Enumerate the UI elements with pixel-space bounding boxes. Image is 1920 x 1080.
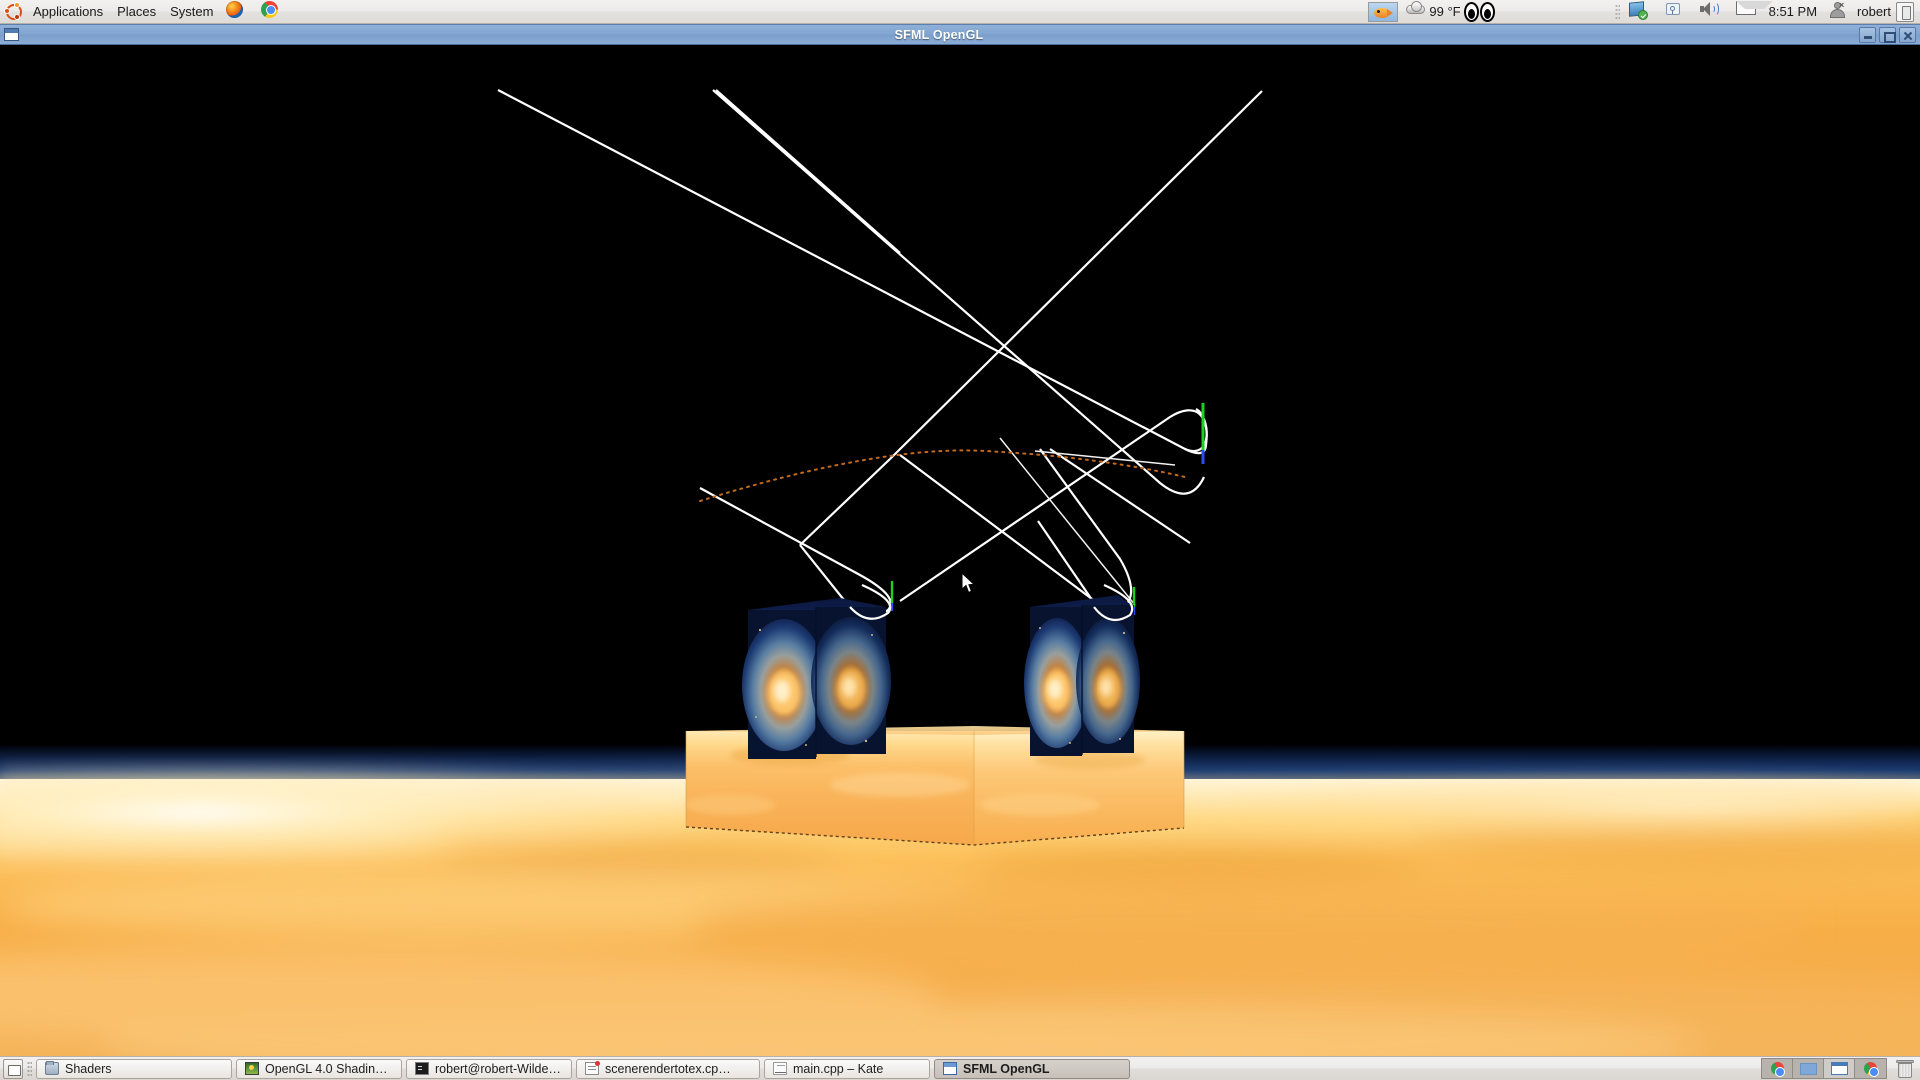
task-label: OpenGL 4.0 Shading L… [265, 1061, 393, 1076]
shutdown-icon[interactable] [1896, 1, 1914, 22]
task-label: SFML OpenGL [963, 1061, 1050, 1076]
workspace-switcher [1761, 1058, 1887, 1079]
firefox-icon[interactable] [226, 0, 248, 23]
task-main-cpp[interactable]: main.cpp – Kate [764, 1058, 930, 1079]
task-scenerendertotex[interactable]: scenerendertotex.cp… [576, 1058, 760, 1079]
task-terminal[interactable]: robert@robert-Wilde… [406, 1058, 572, 1079]
chrome-icon [1770, 1062, 1785, 1077]
window-controls [1859, 26, 1916, 43]
window-icon[interactable] [4, 28, 19, 41]
window-titlebar[interactable]: SFML OpenGL [0, 24, 1920, 45]
taskbar-separator [27, 1060, 32, 1077]
updates-available-icon[interactable] [1628, 0, 1651, 23]
ubuntu-logo-icon[interactable] [4, 1, 23, 21]
places-menu[interactable]: Places [110, 1, 163, 23]
window-title: SFML OpenGL [894, 27, 984, 42]
text-editor-icon [773, 1062, 787, 1075]
workspace-4[interactable] [1855, 1059, 1886, 1078]
bottom-taskbar: Shaders OpenGL 4.0 Shading L… robert@rob… [0, 1056, 1920, 1080]
chrome-icon [1864, 1062, 1879, 1077]
opengl-render [0, 45, 1920, 1056]
folder-icon [45, 1060, 59, 1075]
envelope-icon[interactable] [1735, 0, 1773, 23]
task-shaders[interactable]: Shaders [36, 1058, 232, 1079]
keyring-icon[interactable] [1664, 1, 1686, 23]
speaker-icon[interactable] [1699, 1, 1721, 23]
user-status-icon[interactable]: × [1829, 0, 1851, 23]
blue-window-thumb [1799, 1062, 1817, 1075]
workspace-1[interactable] [1762, 1059, 1793, 1078]
fish-icon[interactable] [1368, 1, 1399, 22]
show-desktop-icon[interactable] [3, 1058, 23, 1079]
terminal-icon [415, 1062, 429, 1075]
maximize-button[interactable] [1879, 26, 1896, 43]
window-task-list: Shaders OpenGL 4.0 Shading L… robert@rob… [36, 1058, 1761, 1079]
task-label: main.cpp – Kate [793, 1061, 884, 1076]
panel-separator [1614, 3, 1620, 20]
window-icon [943, 1062, 957, 1075]
temperature-label: 99 °F [1429, 4, 1461, 19]
opengl-viewport[interactable] [0, 45, 1920, 1056]
close-button[interactable] [1899, 26, 1916, 43]
task-label: robert@robert-Wilde… [435, 1061, 561, 1076]
active-window-thumb [1830, 1062, 1848, 1075]
image-viewer-icon [245, 1062, 259, 1075]
clock[interactable]: 8:51 PM [1769, 4, 1817, 19]
trash-icon[interactable] [1895, 1059, 1915, 1079]
chrome-icon[interactable] [261, 0, 283, 23]
top-panel: Applications Places System 99 °F 8:51 PM… [0, 0, 1920, 24]
task-label: Shaders [65, 1061, 112, 1076]
minimize-button[interactable] [1859, 26, 1876, 43]
task-sfml-opengl[interactable]: SFML OpenGL [934, 1058, 1130, 1079]
applications-menu[interactable]: Applications [26, 1, 110, 23]
task-opengl-book[interactable]: OpenGL 4.0 Shading L… [236, 1058, 402, 1079]
workspace-3[interactable] [1824, 1059, 1855, 1078]
system-menu[interactable]: System [163, 1, 220, 23]
sfml-opengl-window: SFML OpenGL [0, 24, 1920, 1056]
task-label: scenerendertotex.cp… [605, 1061, 731, 1076]
eyes-icon [1463, 1, 1495, 22]
cloud-icon[interactable] [1406, 0, 1426, 23]
workspace-2[interactable] [1793, 1059, 1824, 1078]
nebula-cube-left [742, 598, 891, 759]
username-label[interactable]: robert [1857, 4, 1891, 19]
kate-modified-icon [585, 1061, 600, 1075]
